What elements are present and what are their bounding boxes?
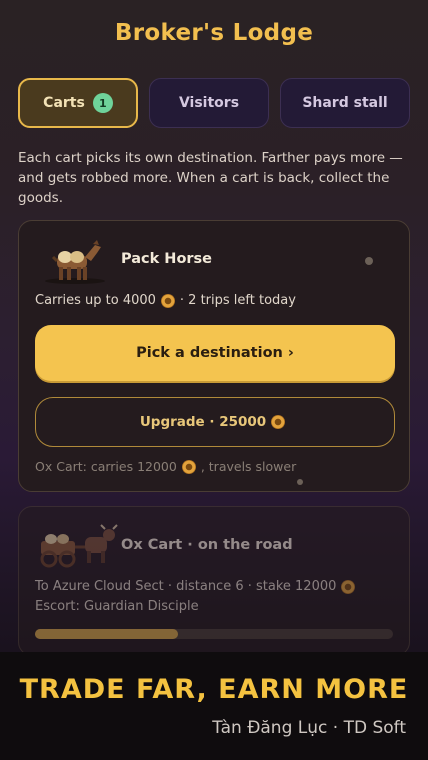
promo-tagline: TRADE FAR, EARN MORE bbox=[19, 674, 409, 705]
route-text: To Azure Cloud Sect · distance 6 · stake… bbox=[35, 579, 360, 594]
capacity-label: Carries up to 4000 bbox=[35, 293, 156, 308]
intro-text: Each cart picks its own destination. Far… bbox=[18, 150, 403, 206]
pack-horse-icon bbox=[45, 240, 105, 284]
pick-destination-button[interactable]: Pick a destination › bbox=[35, 325, 395, 381]
tab-visitors-label: Visitors bbox=[178, 95, 240, 111]
tab-visitors[interactable]: Visitors bbox=[149, 78, 269, 128]
ox-cart-icon bbox=[40, 524, 118, 568]
tab-bar: Carts 1 Visitors Shard stall bbox=[18, 78, 410, 130]
upgrade-note-label: Ox Cart: carries 12000 bbox=[35, 459, 177, 474]
route-label: To Azure Cloud Sect · distance 6 · stake… bbox=[35, 579, 337, 594]
decor-dot bbox=[297, 479, 303, 485]
pack-horse-card: Pack Horse Carries up to 4000 · 2 trips … bbox=[18, 220, 410, 492]
coin-icon bbox=[160, 293, 175, 308]
upgrade-button[interactable]: Upgrade · 25000 bbox=[35, 397, 395, 447]
tab-carts-badge: 1 bbox=[92, 93, 113, 113]
promo-banner bbox=[0, 652, 428, 760]
card-title: Pack Horse bbox=[121, 251, 213, 267]
escort-text: Escort: Guardian Disciple bbox=[35, 599, 199, 614]
promo-credit: Tàn Đăng Lục · TD Soft bbox=[212, 718, 406, 738]
page-title: Broker's Lodge bbox=[114, 20, 314, 46]
card-title: Ox Cart · on the road bbox=[121, 537, 293, 553]
coin-icon bbox=[271, 415, 286, 429]
travel-progress-bar bbox=[35, 629, 393, 639]
tab-carts[interactable]: Carts 1 bbox=[18, 78, 138, 128]
coin-icon bbox=[341, 579, 356, 594]
trips-label: · 2 trips left today bbox=[179, 293, 296, 308]
tab-carts-label: Carts bbox=[43, 95, 85, 111]
tab-shard-stall-label: Shard stall bbox=[302, 95, 388, 111]
upgrade-note-suffix: , travels slower bbox=[200, 459, 297, 474]
tab-shard-stall[interactable]: Shard stall bbox=[280, 78, 410, 128]
upgrade-note: Ox Cart: carries 12000 , travels slower bbox=[35, 459, 296, 474]
coin-icon bbox=[181, 459, 196, 474]
ox-cart-card: Ox Cart · on the road To Azure Cloud Sec… bbox=[18, 506, 410, 656]
upgrade-label: Upgrade · 25000 bbox=[139, 414, 267, 430]
status-dot bbox=[365, 257, 373, 265]
travel-progress-fill bbox=[35, 629, 179, 639]
capacity-text: Carries up to 4000 · 2 trips left today bbox=[35, 293, 296, 308]
